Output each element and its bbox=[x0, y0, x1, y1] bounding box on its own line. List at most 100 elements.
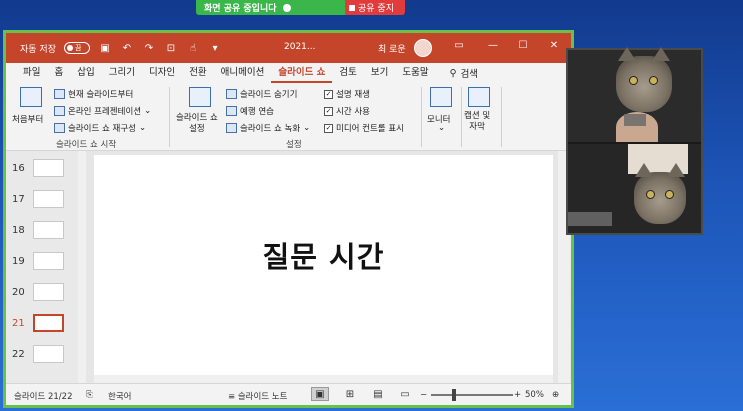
fit-slide-icon[interactable]: ⊕ bbox=[552, 390, 559, 400]
name-redaction bbox=[568, 212, 612, 226]
notes-button[interactable]: ≡ 슬라이드 노트 bbox=[228, 390, 287, 402]
slide-thumbnail bbox=[33, 314, 64, 332]
zoom-out-button[interactable]: − bbox=[420, 390, 427, 400]
slide-thumbnail bbox=[33, 252, 64, 270]
tab-transitions[interactable]: 전환 bbox=[182, 63, 213, 83]
sorter-view-button[interactable]: ⊞ bbox=[341, 387, 359, 401]
document-title[interactable]: 2021... bbox=[284, 42, 316, 52]
cat-ear bbox=[652, 47, 670, 61]
setup-button[interactable]: 슬라이드 쇼 설정 bbox=[176, 113, 218, 135]
chevron-down-icon[interactable]: ⌄ bbox=[438, 123, 445, 133]
custom-show-icon bbox=[54, 123, 65, 133]
user-name[interactable]: 최 로운 bbox=[378, 42, 406, 55]
online-present-button[interactable]: 온라인 프레젠테이션 ⌄ bbox=[54, 105, 151, 117]
ribbon-tabs: 파일 홈 삽입 그리기 디자인 전환 애니메이션 슬라이드 쇼 검토 보기 도움… bbox=[6, 63, 571, 83]
save-icon[interactable]: ▣ bbox=[98, 42, 112, 54]
zoom-slider-thumb[interactable] bbox=[452, 389, 456, 401]
tab-help[interactable]: 도움말 bbox=[395, 63, 435, 83]
ribbon-divider bbox=[501, 87, 502, 147]
horizontal-scrollbar[interactable] bbox=[94, 375, 553, 383]
zoom-in-button[interactable]: + bbox=[514, 390, 521, 400]
tab-review[interactable]: 검토 bbox=[332, 63, 363, 83]
cat-ear bbox=[618, 47, 636, 61]
share-status-label: 화면 공유 중입니다 bbox=[204, 4, 277, 14]
zoom-level[interactable]: 50% bbox=[525, 390, 544, 400]
tab-animations[interactable]: 애니메이션 bbox=[214, 63, 272, 83]
media-controls-checkbox[interactable]: ✓ 미디어 컨트롤 표시 bbox=[324, 122, 404, 134]
rehearse-icon bbox=[226, 106, 237, 116]
custom-show-button[interactable]: 슬라이드 쇼 재구성 ⌄ bbox=[54, 122, 146, 134]
record-button[interactable]: 슬라이드 쇼 녹화 ⌄ bbox=[226, 122, 310, 134]
customize-toolbar-icon[interactable]: ▾ bbox=[208, 42, 222, 54]
tab-draw[interactable]: 그리기 bbox=[102, 63, 142, 83]
redo-icon[interactable]: ↷ bbox=[142, 42, 156, 54]
slide-canvas[interactable]: 질문 시간 bbox=[94, 155, 553, 377]
captions-button[interactable]: 캡션 및 자막 bbox=[464, 111, 490, 133]
normal-view-button[interactable]: ▣ bbox=[311, 387, 329, 401]
zoom-slider[interactable] bbox=[431, 394, 513, 396]
hide-slide-button[interactable]: 슬라이드 숨기기 bbox=[226, 88, 297, 100]
narration-checkbox[interactable]: ✓ 설명 재생 bbox=[324, 88, 370, 100]
toggle-knob bbox=[66, 45, 73, 51]
group-label-setup: 설정 bbox=[286, 140, 302, 150]
play-from-start-icon[interactable] bbox=[20, 87, 42, 107]
slide-thumbnail bbox=[33, 159, 64, 177]
touch-mode-icon[interactable]: ☝ bbox=[186, 42, 200, 54]
tab-home[interactable]: 홈 bbox=[47, 63, 70, 83]
rehearse-button[interactable]: 예행 연습 bbox=[226, 105, 274, 117]
slide-thumbnail-pane: 16 17 18 19 20 21 22 bbox=[6, 151, 86, 383]
search-box[interactable]: ⚲ 검색 bbox=[436, 66, 478, 81]
monitor-icon[interactable] bbox=[430, 87, 452, 107]
close-icon[interactable]: ✕ bbox=[547, 40, 561, 51]
language-label[interactable]: 한국어 bbox=[108, 390, 131, 402]
thumbnail-item[interactable]: 20 bbox=[6, 283, 86, 307]
tab-insert[interactable]: 삽입 bbox=[70, 63, 101, 83]
maximize-icon[interactable]: ☐ bbox=[516, 40, 530, 51]
spellcheck-icon[interactable]: ⎘ bbox=[86, 390, 93, 400]
narration-label: 설명 재생 bbox=[336, 90, 370, 100]
tab-slideshow[interactable]: 슬라이드 쇼 bbox=[271, 63, 333, 83]
slide-number: 19 bbox=[12, 256, 25, 267]
ribbon-divider bbox=[421, 87, 422, 147]
main-area: 16 17 18 19 20 21 22 질문 시간 bbox=[6, 151, 571, 383]
slideshow-view-button[interactable]: ▭ bbox=[396, 387, 414, 401]
thumbnail-item[interactable]: 18 bbox=[6, 221, 86, 245]
thumbnail-item[interactable]: 21 bbox=[6, 314, 86, 338]
video-tile[interactable] bbox=[568, 144, 701, 233]
timing-checkbox[interactable]: ✓ 시간 사용 bbox=[324, 105, 370, 117]
video-tile[interactable] bbox=[568, 47, 701, 142]
cat-face-filter bbox=[616, 47, 672, 112]
captions-icon[interactable] bbox=[468, 87, 490, 107]
ribbon-divider bbox=[169, 87, 170, 147]
cat-eye bbox=[629, 76, 638, 85]
slide-title[interactable]: 질문 시간 bbox=[94, 155, 553, 355]
from-start-button[interactable]: 처음부터 bbox=[12, 113, 43, 125]
ribbon-display-icon[interactable]: ▭ bbox=[452, 40, 466, 51]
minimize-icon[interactable]: — bbox=[486, 40, 500, 51]
tab-view[interactable]: 보기 bbox=[364, 63, 395, 83]
hide-slide-icon bbox=[226, 89, 237, 99]
setup-icon[interactable] bbox=[189, 87, 211, 107]
check-icon: ✓ bbox=[324, 106, 333, 116]
thumbnail-item[interactable]: 16 bbox=[6, 159, 86, 183]
reading-view-button[interactable]: ▤ bbox=[369, 387, 387, 401]
undo-icon[interactable]: ↶ bbox=[120, 42, 134, 54]
check-icon: ✓ bbox=[324, 89, 333, 99]
thumbnail-item[interactable]: 22 bbox=[6, 345, 86, 369]
check-icon: ✓ bbox=[324, 123, 333, 133]
thumbnail-scrollbar[interactable] bbox=[78, 151, 86, 383]
from-current-button[interactable]: 현재 슬라이드부터 bbox=[54, 88, 133, 100]
hide-slide-label: 슬라이드 숨기기 bbox=[240, 90, 298, 100]
thumbnail-item[interactable]: 19 bbox=[6, 252, 86, 276]
search-icon: ⚲ bbox=[449, 67, 457, 79]
autosave-toggle[interactable]: 끔 bbox=[63, 42, 90, 54]
avatar[interactable] bbox=[414, 39, 432, 57]
present-icon[interactable]: ⊡ bbox=[164, 42, 178, 54]
stop-share-button[interactable]: 공유 중지 bbox=[345, 0, 405, 15]
online-icon bbox=[54, 106, 65, 116]
chevron-down-icon: ⌄ bbox=[138, 123, 147, 133]
thumbnail-item[interactable]: 17 bbox=[6, 190, 86, 214]
tab-file[interactable]: 파일 bbox=[16, 63, 47, 83]
notes-label: 슬라이드 노트 bbox=[237, 392, 288, 402]
tab-design[interactable]: 디자인 bbox=[142, 63, 182, 83]
